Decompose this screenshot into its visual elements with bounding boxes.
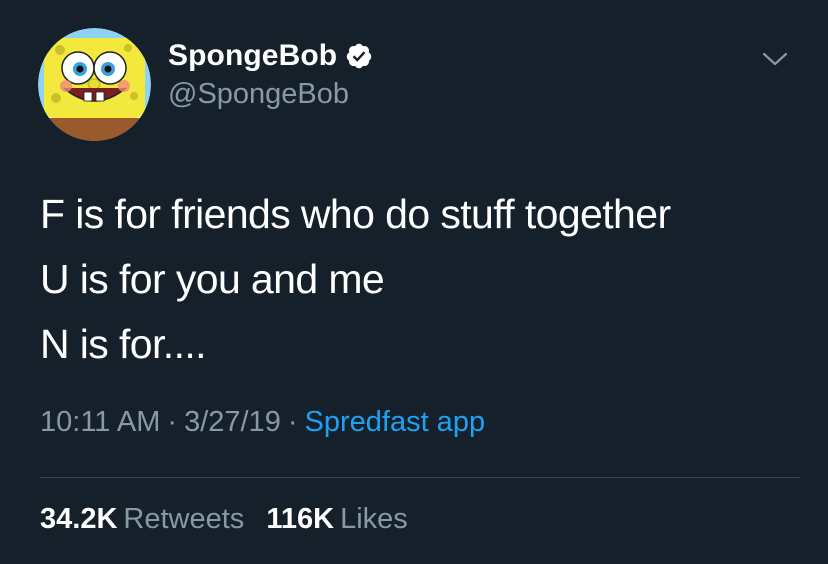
retweets-stat[interactable]: 34.2K Retweets [40, 503, 244, 535]
chevron-down-icon[interactable] [760, 46, 790, 72]
retweets-count: 34.2K [40, 503, 118, 535]
divider [40, 477, 800, 478]
tweet-text: F is for friends who do stuff together U… [40, 182, 800, 377]
likes-stat[interactable]: 116K Likes [266, 503, 407, 535]
tweet-line: U is for you and me [40, 256, 385, 302]
tweet-line: F is for friends who do stuff together [40, 191, 671, 237]
tweet-stats: 34.2K Retweets 116K Likes [40, 503, 422, 536]
spongebob-avatar-icon [38, 28, 151, 141]
retweets-label: Retweets [123, 503, 245, 535]
tweet-meta: 10:11 AM · 3/27/19 · Spredfast app [40, 406, 485, 439]
likes-label: Likes [340, 503, 408, 535]
meta-separator: · [167, 406, 178, 438]
author-display-name[interactable]: SpongeBob [168, 39, 337, 73]
author-handle[interactable]: @SpongeBob [168, 78, 349, 111]
meta-separator: · [287, 406, 298, 438]
tweet-time[interactable]: 10:11 AM [40, 406, 160, 438]
tweet-date[interactable]: 3/27/19 [184, 406, 281, 438]
tweet-line: N is for.... [40, 321, 207, 367]
verified-badge-icon [345, 42, 373, 70]
likes-count: 116K [266, 503, 335, 535]
tweet-card: SpongeBob @SpongeBob F is for friends wh… [0, 0, 828, 564]
tweet-source-link[interactable]: Spredfast app [305, 406, 486, 438]
author-avatar[interactable] [38, 28, 151, 141]
author-name-row[interactable]: SpongeBob [168, 38, 373, 74]
